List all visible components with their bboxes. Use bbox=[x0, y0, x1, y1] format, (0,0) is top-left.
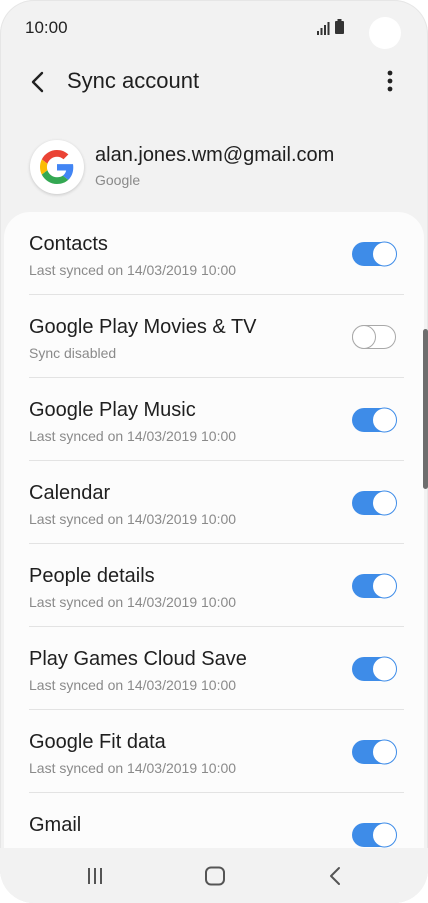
status-bar: 10:00 bbox=[0, 0, 428, 56]
sync-item-status: Sync disabled bbox=[29, 345, 117, 361]
account-provider: Google bbox=[95, 172, 141, 188]
sync-row-gmail[interactable]: Gmail bbox=[4, 793, 424, 848]
sync-toggle[interactable] bbox=[352, 822, 397, 848]
account-header: alan.jones.wm@gmail.com Google bbox=[0, 132, 428, 202]
sync-toggle[interactable] bbox=[352, 490, 397, 516]
app-bar: Sync account bbox=[0, 56, 428, 106]
more-vertical-icon bbox=[387, 70, 393, 92]
sync-row-people-details[interactable]: People details Last synced on 14/03/2019… bbox=[4, 544, 424, 627]
battery-icon bbox=[335, 19, 344, 34]
sync-toggle[interactable] bbox=[352, 241, 397, 267]
home-icon bbox=[205, 866, 225, 886]
sync-item-title: People details bbox=[29, 565, 155, 587]
sync-row-google-fit-data[interactable]: Google Fit data Last synced on 14/03/201… bbox=[4, 710, 424, 793]
sync-item-status: Last synced on 14/03/2019 10:00 bbox=[29, 677, 237, 693]
sync-items-card: Contacts Last synced on 14/03/2019 10:00… bbox=[4, 212, 424, 848]
recents-icon bbox=[88, 868, 102, 884]
page-title: Sync account bbox=[67, 68, 200, 93]
signal-icon bbox=[317, 22, 330, 35]
home-button[interactable] bbox=[197, 862, 233, 890]
camera-cutout bbox=[369, 17, 401, 49]
scrollbar[interactable] bbox=[423, 329, 428, 489]
nav-back-button[interactable] bbox=[317, 862, 353, 890]
sync-toggle[interactable] bbox=[352, 573, 397, 599]
sync-item-title: Google Play Music bbox=[29, 399, 196, 421]
chevron-left-icon bbox=[31, 71, 44, 93]
sync-item-title: Calendar bbox=[29, 482, 111, 504]
sync-item-title: Gmail bbox=[29, 814, 82, 836]
sync-row-google-play-movies-tv[interactable]: Google Play Movies & TV Sync disabled bbox=[4, 295, 424, 378]
account-email: alan.jones.wm@gmail.com bbox=[95, 144, 335, 166]
sync-toggle[interactable] bbox=[352, 656, 397, 682]
sync-item-title: Google Fit data bbox=[29, 731, 166, 753]
sync-toggle[interactable] bbox=[352, 407, 397, 433]
back-icon bbox=[330, 867, 340, 885]
sync-item-status: Last synced on 14/03/2019 10:00 bbox=[29, 428, 237, 444]
back-button[interactable] bbox=[22, 66, 54, 98]
sync-item-status: Last synced on 14/03/2019 10:00 bbox=[29, 262, 237, 278]
phone-screen: 10:00 Sync account alan.jones.wm@gmail.c… bbox=[0, 0, 428, 903]
more-options-button[interactable] bbox=[374, 64, 406, 98]
navigation-bar bbox=[0, 848, 428, 903]
sync-item-title: Contacts bbox=[29, 233, 108, 255]
recents-button[interactable] bbox=[77, 862, 113, 890]
sync-item-status: Last synced on 14/03/2019 10:00 bbox=[29, 511, 237, 527]
sync-item-title: Play Games Cloud Save bbox=[29, 648, 247, 670]
sync-row-play-games-cloud-save[interactable]: Play Games Cloud Save Last synced on 14/… bbox=[4, 627, 424, 710]
sync-toggle[interactable] bbox=[351, 325, 396, 349]
sync-item-status: Last synced on 14/03/2019 10:00 bbox=[29, 760, 237, 776]
sync-row-contacts[interactable]: Contacts Last synced on 14/03/2019 10:00 bbox=[4, 212, 424, 295]
sync-row-calendar[interactable]: Calendar Last synced on 14/03/2019 10:00 bbox=[4, 461, 424, 544]
google-logo-icon bbox=[30, 140, 84, 194]
sync-item-status: Last synced on 14/03/2019 10:00 bbox=[29, 594, 237, 610]
sync-toggle[interactable] bbox=[352, 739, 397, 765]
sync-row-google-play-music[interactable]: Google Play Music Last synced on 14/03/2… bbox=[4, 378, 424, 461]
status-time: 10:00 bbox=[25, 18, 68, 37]
sync-item-title: Google Play Movies & TV bbox=[29, 316, 257, 338]
